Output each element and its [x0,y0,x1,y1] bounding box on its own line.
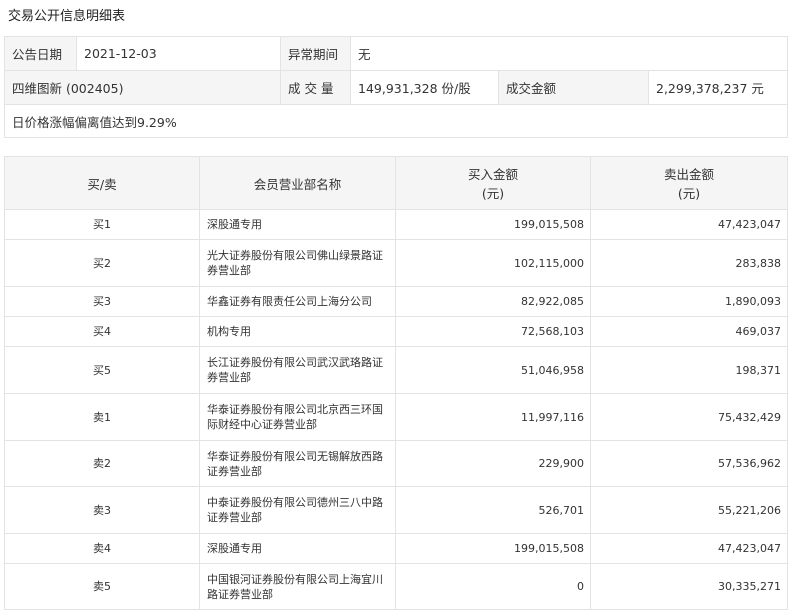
buy-amount-cell: 11,997,116 [395,393,591,441]
stock-name: 四维图新 (002405) [4,70,281,105]
branch-name-cell: 中国银河证券股份有限公司上海宜川路证券营业部 [199,563,396,610]
side-cell: 买3 [4,286,200,317]
date-value: 2021-12-03 [76,36,281,71]
buy-amount-cell: 199,015,508 [395,209,591,240]
branch-name-cell: 深股通专用 [199,209,396,240]
amount-value: 2,299,378,237 元 [647,70,789,105]
table-row: 买3 华鑫证券有限责任公司上海分公司 82,922,085 1,890,093 [4,286,788,317]
info-row-stock: 四维图新 (002405) 成 交 量 149,931,328 份/股 成交金额… [4,70,789,105]
period-label: 异常期间 [280,36,351,71]
table-row: 卖5 中国银河证券股份有限公司上海宜川路证券营业部 0 30,335,271 [4,563,788,610]
table-row: 买4 机构专用 72,568,103 469,037 [4,316,788,347]
period-value: 无 [349,36,789,71]
info-row-note: 日价格涨幅偏离值达到9.29% [3,104,789,138]
buy-amount-cell: 199,015,508 [395,533,591,564]
info-row-date: 公告日期 2021-12-03 异常期间 无 [4,36,789,71]
branch-name-cell: 华鑫证券有限责任公司上海分公司 [199,286,396,317]
buy-amount-cell: 82,922,085 [395,286,591,317]
branch-name-cell: 长江证券股份有限公司武汉武珞路证券营业部 [199,346,396,394]
side-cell: 卖1 [4,393,200,441]
table-row: 卖3 中泰证券股份有限公司德州三八中路证券营业部 526,701 55,221,… [4,486,788,534]
info-table: 公告日期 2021-12-03 异常期间 无 四维图新 (002405) 成 交… [3,36,789,138]
side-cell: 买2 [4,239,200,287]
sell-amount-cell: 1,890,093 [590,286,788,317]
table-row: 卖4 深股通专用 199,015,508 47,423,047 [4,533,788,564]
buy-amount-cell: 229,900 [395,440,591,487]
table-row: 卖2 华泰证券股份有限公司无锡解放西路证券营业部 229,900 57,536,… [4,440,788,487]
side-cell: 卖4 [4,533,200,564]
branch-name-cell: 中泰证券股份有限公司德州三八中路证券营业部 [199,486,396,534]
buy-amount-cell: 72,568,103 [395,316,591,347]
branch-name-cell: 华泰证券股份有限公司北京西三环国际财经中心证券营业部 [199,393,396,441]
header-side: 买/卖 [4,156,200,210]
page-title: 交易公开信息明细表 [8,9,126,24]
sell-amount-cell: 469,037 [590,316,788,347]
trading-detail-table: 买/卖 会员营业部名称 买入金额 (元) 卖出金额 (元) 买1 深股通专用 1… [4,156,788,610]
side-cell: 卖2 [4,440,200,487]
buy-amount-cell: 51,046,958 [395,346,591,394]
header-sell-amount: 卖出金额 (元) [590,156,788,210]
header-buy-amount: 买入金额 (元) [395,156,591,210]
buy-amount-cell: 0 [395,563,591,610]
table-row: 买5 长江证券股份有限公司武汉武珞路证券营业部 51,046,958 198,3… [4,346,788,394]
sell-amount-cell: 55,221,206 [590,486,788,534]
branch-name-cell: 机构专用 [199,316,396,347]
side-cell: 买4 [4,316,200,347]
buy-amount-cell: 526,701 [395,486,591,534]
sell-amount-cell: 283,838 [590,239,788,287]
buy-amount-cell: 102,115,000 [395,239,591,287]
sell-amount-cell: 47,423,047 [590,533,788,564]
side-cell: 买1 [4,209,200,240]
table-row: 买1 深股通专用 199,015,508 47,423,047 [4,209,788,240]
volume-value: 149,931,328 份/股 [350,70,499,105]
branch-name-cell: 深股通专用 [199,533,396,564]
table-row: 卖1 华泰证券股份有限公司北京西三环国际财经中心证券营业部 11,997,116… [4,393,788,441]
header-branch-name: 会员营业部名称 [199,156,396,210]
sell-amount-cell: 47,423,047 [590,209,788,240]
sell-amount-cell: 30,335,271 [590,563,788,610]
side-cell: 卖3 [4,486,200,534]
branch-name-cell: 华泰证券股份有限公司无锡解放西路证券营业部 [199,440,396,487]
side-cell: 买5 [4,346,200,394]
date-label: 公告日期 [4,36,77,71]
sell-amount-cell: 57,536,962 [590,440,788,487]
table-header-row: 买/卖 会员营业部名称 买入金额 (元) 卖出金额 (元) [4,156,788,210]
table-row: 买2 光大证券股份有限公司佛山绿景路证券营业部 102,115,000 283,… [4,239,788,287]
sell-amount-cell: 198,371 [590,346,788,394]
branch-name-cell: 光大证券股份有限公司佛山绿景路证券营业部 [199,239,396,287]
amount-label: 成交金额 [498,70,649,105]
side-cell: 卖5 [4,563,200,610]
sell-amount-cell: 75,432,429 [590,393,788,441]
deviation-note: 日价格涨幅偏离值达到9.29% [3,104,789,138]
volume-label: 成 交 量 [280,70,351,105]
